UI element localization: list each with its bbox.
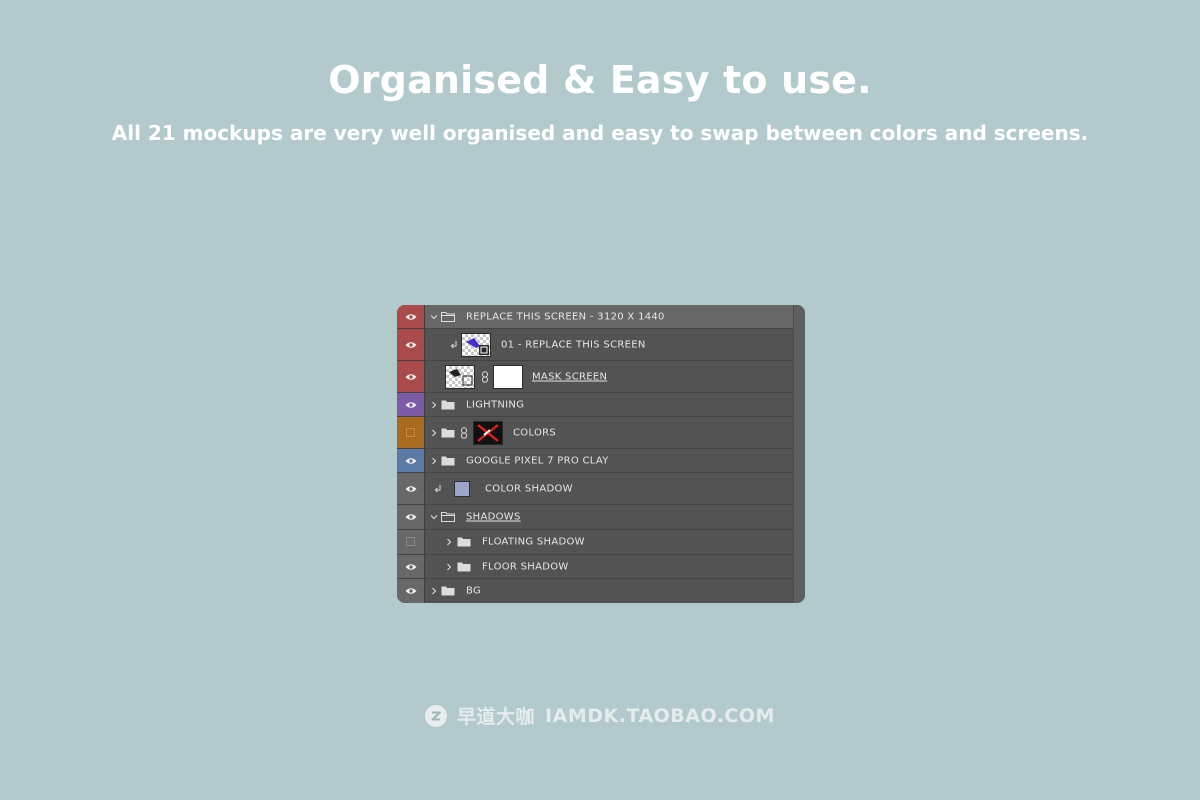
panel-scrollbar[interactable]	[793, 305, 805, 603]
layer-row-replace-screen[interactable]: 01 - REPLACE THIS SCREEN	[397, 329, 793, 361]
eye-icon	[405, 313, 417, 320]
chevron-right-icon[interactable]	[445, 538, 453, 546]
page-title: Organised & Easy to use.	[328, 58, 872, 102]
layer-label: 01 - REPLACE THIS SCREEN	[501, 339, 646, 350]
mask-thumbnail	[473, 420, 503, 445]
layer-row-google-pixel[interactable]: GOOGLE PIXEL 7 PRO CLAY	[397, 449, 793, 473]
layer-row-lightning[interactable]: LIGHTNING	[397, 393, 793, 417]
shape-layer-icon	[449, 368, 473, 385]
visibility-toggle[interactable]	[397, 530, 425, 554]
layer-label: FLOATING SHADOW	[482, 536, 585, 548]
layer-row-shadows[interactable]: SHADOWS	[397, 505, 793, 530]
chevron-right-icon[interactable]	[430, 457, 438, 465]
footer-brand-text: 早道大咖	[457, 706, 536, 728]
folder-icon	[457, 537, 471, 547]
layer-label: LIGHTNING	[466, 399, 525, 410]
layer-row-color-shadow[interactable]: COLOR SHADOW	[397, 473, 793, 505]
layer-label: BG	[466, 585, 482, 597]
link-icon[interactable]	[481, 370, 489, 383]
hidden-visibility-box	[406, 427, 415, 437]
layer-row-replace-group[interactable]: REPLACE THIS SCREEN - 3120 X 1440	[397, 305, 793, 329]
clipping-mask-icon	[434, 484, 441, 492]
chevron-right-icon[interactable]	[430, 587, 438, 595]
layer-row-floor-shadow[interactable]: FLOOR SHADOW	[397, 555, 793, 579]
eye-icon	[405, 588, 417, 594]
color-swatch	[454, 480, 470, 497]
page-subtitle: All 21 mockups are very well organised a…	[111, 121, 1089, 145]
folder-icon	[457, 562, 471, 571]
layer-label: SHADOWS	[466, 511, 521, 523]
chevron-down-icon[interactable]	[430, 313, 438, 321]
footer-watermark: 早道大咖 IAMDK.TAOBAO.COM	[0, 702, 1200, 728]
disabled-mask-icon	[477, 423, 499, 442]
layer-thumbnail	[445, 364, 475, 389]
layer-label: GOOGLE PIXEL 7 PRO CLAY	[466, 455, 609, 466]
folder-icon	[441, 428, 455, 437]
mask-thumbnail	[493, 364, 523, 389]
layer-label: MASK SCREEN	[532, 371, 608, 382]
layer-label: REPLACE THIS SCREEN - 3120 X 1440	[466, 311, 665, 322]
chevron-right-icon[interactable]	[430, 429, 438, 437]
visibility-toggle[interactable]	[397, 579, 425, 603]
eye-icon	[405, 514, 417, 520]
visibility-toggle[interactable]	[397, 449, 425, 472]
layer-row-bg[interactable]: BG	[397, 579, 793, 603]
visibility-toggle[interactable]	[397, 473, 425, 504]
layer-label: FLOOR SHADOW	[482, 561, 569, 572]
layer-label: COLOR SHADOW	[485, 483, 573, 494]
visibility-toggle[interactable]	[397, 505, 425, 529]
folder-open-icon	[441, 311, 455, 322]
z-circle-logo-icon	[425, 704, 448, 727]
chevron-right-icon[interactable]	[430, 401, 438, 409]
visibility-toggle[interactable]	[397, 417, 425, 448]
layer-row-colors[interactable]: COLORS	[397, 417, 793, 449]
footer-url-text: IAMDK.TAOBAO.COM	[545, 704, 775, 727]
smart-object-thumbnail	[461, 332, 491, 357]
folder-icon	[441, 400, 455, 409]
chevron-down-icon[interactable]	[430, 513, 438, 521]
hidden-visibility-box	[406, 537, 415, 546]
layer-label: COLORS	[513, 427, 557, 438]
eye-icon	[405, 341, 417, 348]
layers-panel: REPLACE THIS SCREEN - 3120 X 1440 01 - R…	[397, 305, 805, 603]
layer-row-mask-screen[interactable]: MASK SCREEN	[397, 361, 793, 393]
chevron-right-icon[interactable]	[445, 563, 453, 571]
folder-icon	[441, 456, 455, 465]
folder-open-icon	[441, 512, 455, 522]
visibility-toggle[interactable]	[397, 305, 425, 328]
visibility-toggle[interactable]	[397, 393, 425, 416]
eye-icon	[405, 563, 417, 570]
eye-icon	[405, 373, 417, 380]
layer-row-floating-shadow[interactable]: FLOATING SHADOW	[397, 530, 793, 555]
eye-icon	[405, 485, 417, 492]
folder-icon	[441, 586, 455, 596]
clipping-mask-icon	[450, 340, 457, 348]
visibility-toggle[interactable]	[397, 555, 425, 578]
visibility-toggle[interactable]	[397, 329, 425, 360]
eye-icon	[405, 457, 417, 464]
visibility-toggle[interactable]	[397, 361, 425, 392]
smart-object-icon	[466, 337, 489, 355]
link-icon[interactable]	[460, 426, 468, 439]
eye-icon	[405, 401, 417, 408]
